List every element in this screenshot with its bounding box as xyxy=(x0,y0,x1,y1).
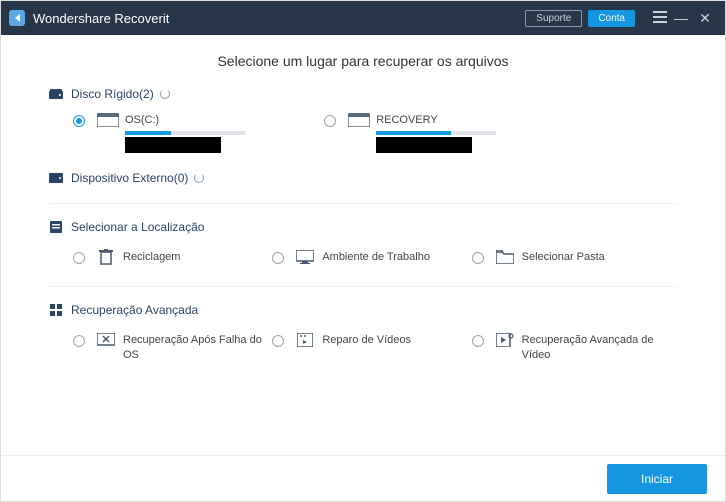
option-label: Reparo de Vídeos xyxy=(322,333,471,347)
option-label: Recuperação Avançada de Vídeo xyxy=(522,333,671,362)
disk-icon xyxy=(348,113,370,127)
app-window: Wondershare Recoverit Suporte Conta — ✕ … xyxy=(0,0,726,502)
drive-option-recovery[interactable]: RECOVERY xyxy=(300,113,551,153)
page-title: Selecione um lugar para recuperar os arq… xyxy=(49,53,677,69)
section-advanced: Recuperação Avançada Recuperação Após Fa… xyxy=(49,303,677,366)
hamburger-icon xyxy=(653,11,667,23)
divider xyxy=(49,203,677,204)
radio-icon[interactable] xyxy=(272,252,284,264)
section-label: Disco Rígido(2) xyxy=(71,87,154,101)
start-button[interactable]: Iniciar xyxy=(607,464,707,494)
option-desktop[interactable]: Ambiente de Trabalho xyxy=(272,246,471,268)
drive-name-label: RECOVERY xyxy=(376,114,438,126)
radio-icon[interactable] xyxy=(272,335,284,347)
radio-icon[interactable] xyxy=(472,335,484,347)
drive-usage-bar xyxy=(125,131,245,135)
video-repair-icon xyxy=(296,333,314,347)
hard-drive-icon xyxy=(49,89,63,99)
drive-size-redacted xyxy=(376,137,472,153)
advanced-icon xyxy=(49,305,63,315)
radio-icon[interactable] xyxy=(472,252,484,264)
location-row: Reciclagem Ambiente de Trabalho Selecion… xyxy=(49,246,677,268)
option-label: Reciclagem xyxy=(123,250,272,264)
option-advanced-video[interactable]: Recuperação Avançada de Vídeo xyxy=(472,329,671,366)
drive-row: OS(C:) RECOVERY xyxy=(49,113,677,153)
option-recycle-bin[interactable]: Reciclagem xyxy=(73,246,272,268)
account-button[interactable]: Conta xyxy=(588,10,635,27)
radio-icon[interactable] xyxy=(73,115,85,127)
option-label: Ambiente de Trabalho xyxy=(322,250,471,264)
option-select-folder[interactable]: Selecionar Pasta xyxy=(472,246,671,268)
advanced-row: Recuperação Após Falha do OS Reparo de V… xyxy=(49,329,677,366)
external-drive-icon xyxy=(49,173,63,183)
section-label: Recuperação Avançada xyxy=(71,303,198,317)
app-title: Wondershare Recoverit xyxy=(33,11,169,26)
desktop-icon xyxy=(296,250,314,264)
option-video-repair[interactable]: Reparo de Vídeos xyxy=(272,329,471,366)
folder-icon xyxy=(496,250,514,264)
advanced-video-icon xyxy=(496,333,514,347)
drive-name-label: OS(C:) xyxy=(125,114,159,126)
disk-icon xyxy=(97,113,119,127)
section-head-location: Selecionar a Localização xyxy=(49,220,677,234)
section-head-external: Dispositivo Externo(0) xyxy=(49,171,677,185)
crash-icon xyxy=(97,333,115,347)
refresh-icon[interactable] xyxy=(194,173,204,183)
drive-usage-bar xyxy=(376,131,496,135)
drive-size-redacted xyxy=(125,137,221,153)
section-label: Dispositivo Externo(0) xyxy=(71,171,188,185)
section-location: Selecionar a Localização Reciclagem Ambi… xyxy=(49,220,677,268)
section-head-hdd: Disco Rígido(2) xyxy=(49,87,677,101)
main-content: Selecione um lugar para recuperar os arq… xyxy=(1,35,725,455)
close-button[interactable]: ✕ xyxy=(693,10,717,27)
back-arrow-icon xyxy=(15,14,20,22)
footer: Iniciar xyxy=(1,455,725,501)
recycle-bin-icon xyxy=(97,250,115,264)
radio-icon[interactable] xyxy=(324,115,336,127)
option-crash-recovery[interactable]: Recuperação Após Falha do OS xyxy=(73,329,272,366)
menu-button[interactable] xyxy=(645,10,669,26)
refresh-icon[interactable] xyxy=(160,89,170,99)
minimize-button[interactable]: — xyxy=(669,10,693,26)
option-label: Selecionar Pasta xyxy=(522,250,671,264)
titlebar: Wondershare Recoverit Suporte Conta — ✕ xyxy=(1,1,725,35)
support-button[interactable]: Suporte xyxy=(525,10,582,27)
section-external: Dispositivo Externo(0) xyxy=(49,171,677,185)
location-icon xyxy=(49,222,63,232)
radio-icon[interactable] xyxy=(73,335,85,347)
drive-option-os[interactable]: OS(C:) xyxy=(49,113,300,153)
section-label: Selecionar a Localização xyxy=(71,220,204,234)
radio-icon[interactable] xyxy=(73,252,85,264)
app-logo xyxy=(9,10,25,26)
option-label: Recuperação Após Falha do OS xyxy=(123,333,272,362)
divider xyxy=(49,286,677,287)
section-hard-drive: Disco Rígido(2) OS(C:) xyxy=(49,87,677,153)
section-head-advanced: Recuperação Avançada xyxy=(49,303,677,317)
